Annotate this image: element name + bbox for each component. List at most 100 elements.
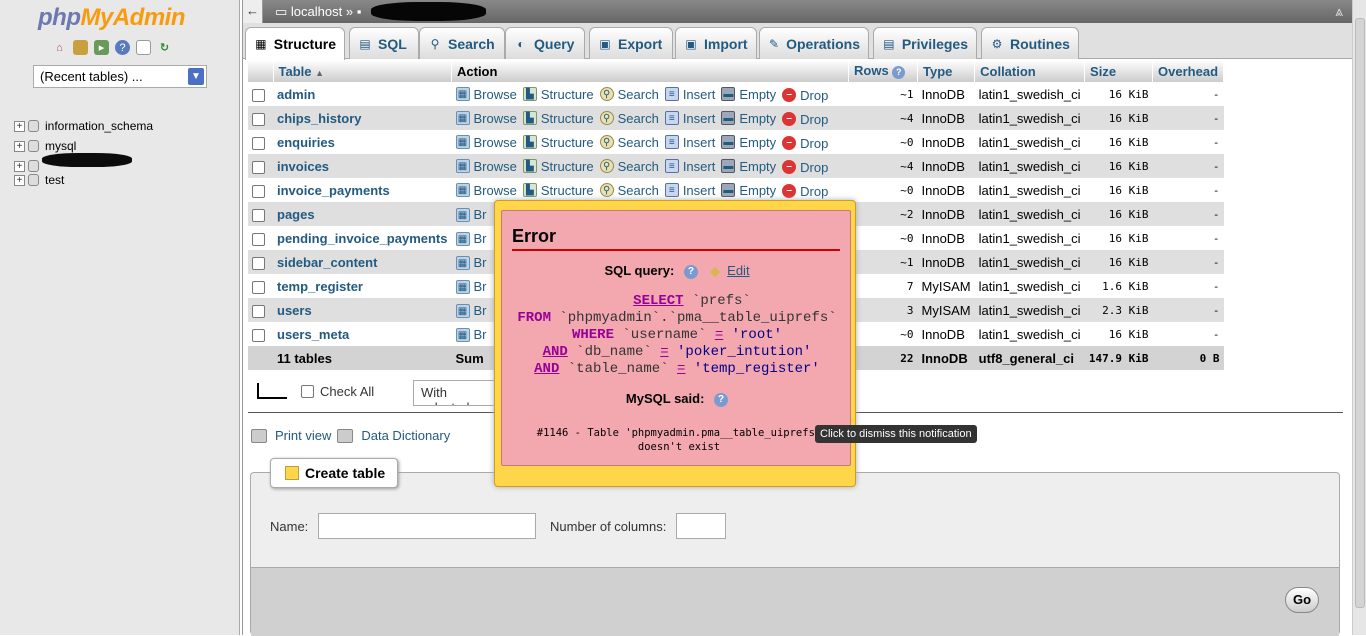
action-browse[interactable]: ▦ Browse: [455, 87, 517, 102]
check-all-checkbox[interactable]: [301, 384, 314, 398]
action-drop[interactable]: – Drop: [782, 184, 828, 199]
docs-icon[interactable]: [136, 40, 151, 55]
row-checkbox[interactable]: [252, 88, 265, 102]
action-search[interactable]: ⚲ Search: [599, 111, 659, 126]
action-structure[interactable]: ▙ Structure: [522, 183, 594, 198]
table-name-link[interactable]: users: [277, 303, 312, 318]
table-name-link[interactable]: users_meta: [277, 327, 349, 342]
query-window-icon[interactable]: ▸: [94, 40, 109, 55]
expand-icon[interactable]: +: [14, 160, 25, 172]
action-insert[interactable]: ≡ Insert: [664, 111, 715, 126]
action-drop[interactable]: – Drop: [782, 136, 828, 151]
help-icon[interactable]: ?: [683, 264, 698, 279]
action-browse[interactable]: ▦ Br: [455, 255, 487, 270]
action-empty[interactable]: ▬ Empty: [721, 111, 776, 126]
action-empty[interactable]: ▬ Empty: [721, 183, 776, 198]
tab-search[interactable]: ⚲ Search: [419, 27, 505, 59]
page-scrollbar[interactable]: [1352, 0, 1366, 635]
reload-icon[interactable]: ↻: [157, 40, 172, 55]
tab-export[interactable]: ▣ Export: [589, 27, 673, 59]
action-browse[interactable]: ▦ Br: [455, 207, 487, 222]
row-checkbox[interactable]: [252, 112, 265, 126]
action-search[interactable]: ⚲ Search: [599, 87, 659, 102]
recent-tables-select[interactable]: (Recent tables) ... ▼: [33, 65, 207, 88]
row-checkbox[interactable]: [252, 136, 265, 150]
print-view-link[interactable]: Print view: [275, 428, 331, 443]
help-icon[interactable]: ?: [714, 392, 729, 407]
tab-operations[interactable]: ✎ Operations: [759, 27, 869, 59]
table-name-link[interactable]: pending_invoice_payments: [277, 231, 448, 246]
table-name-link[interactable]: pages: [277, 207, 315, 222]
db-item[interactable]: + information_schema: [14, 116, 153, 136]
help-icon[interactable]: ?: [115, 40, 130, 55]
action-browse[interactable]: ▦ Br: [455, 279, 487, 294]
tab-sql[interactable]: ▤ SQL: [349, 27, 419, 59]
breadcrumb-server[interactable]: localhost: [291, 4, 342, 19]
action-insert[interactable]: ≡ Insert: [664, 183, 715, 198]
action-search[interactable]: ⚲ Search: [599, 183, 659, 198]
tab-routines[interactable]: ⚙ Routines: [981, 27, 1079, 59]
action-structure[interactable]: ▙ Structure: [522, 159, 594, 174]
action-drop[interactable]: – Drop: [782, 160, 828, 175]
action-insert[interactable]: ≡ Insert: [664, 87, 715, 102]
table-name-link[interactable]: enquiries: [277, 135, 335, 150]
action-empty[interactable]: ▬ Empty: [721, 87, 776, 102]
data-dictionary-link[interactable]: Data Dictionary: [361, 428, 450, 443]
action-structure[interactable]: ▙ Structure: [522, 135, 594, 150]
tab-query[interactable]: ◐ Query: [505, 27, 585, 59]
action-browse[interactable]: ▦ Br: [455, 327, 487, 342]
action-browse[interactable]: ▦ Browse: [455, 183, 517, 198]
error-notification[interactable]: Error SQL query: ? Edit SELECT `prefs` F…: [494, 200, 856, 487]
header-table[interactable]: Table ▲: [273, 60, 452, 82]
table-name-input[interactable]: [318, 513, 536, 539]
row-checkbox[interactable]: [252, 304, 265, 318]
table-name-link[interactable]: invoices: [277, 159, 329, 174]
action-browse[interactable]: ▦ Br: [455, 303, 487, 318]
header-type[interactable]: Type: [917, 60, 976, 82]
expand-icon[interactable]: +: [14, 140, 25, 152]
help-icon[interactable]: ?: [892, 66, 906, 79]
action-drop[interactable]: – Drop: [782, 112, 828, 127]
row-checkbox[interactable]: [252, 208, 265, 222]
home-icon[interactable]: ⌂: [52, 40, 67, 55]
row-checkbox[interactable]: [252, 280, 265, 294]
header-collation[interactable]: Collation: [974, 60, 1086, 82]
go-button[interactable]: Go: [1285, 587, 1319, 613]
row-checkbox[interactable]: [252, 160, 265, 174]
expand-icon[interactable]: +: [14, 174, 25, 186]
action-structure[interactable]: ▙ Structure: [522, 111, 594, 126]
table-name-link[interactable]: admin: [277, 87, 315, 102]
tab-privileges[interactable]: ▤ Privileges: [873, 27, 977, 59]
action-insert[interactable]: ≡ Insert: [664, 159, 715, 174]
row-checkbox[interactable]: [252, 184, 265, 198]
action-browse[interactable]: ▦ Browse: [455, 159, 517, 174]
action-drop[interactable]: – Drop: [782, 88, 828, 103]
table-name-link[interactable]: sidebar_content: [277, 255, 377, 270]
row-checkbox[interactable]: [252, 232, 265, 246]
action-search[interactable]: ⚲ Search: [599, 135, 659, 150]
with-selected-select[interactable]: With selected:: [413, 380, 503, 406]
tab-structure[interactable]: ▦ Structure: [245, 27, 345, 60]
action-search[interactable]: ⚲ Search: [599, 159, 659, 174]
action-browse[interactable]: ▦ Br: [455, 231, 487, 246]
header-size[interactable]: Size: [1084, 60, 1154, 82]
tab-import[interactable]: ▣ Import: [675, 27, 757, 59]
columns-count-input[interactable]: [676, 513, 726, 539]
logout-icon[interactable]: [73, 40, 88, 55]
action-insert[interactable]: ≡ Insert: [664, 135, 715, 150]
db-item[interactable]: + test: [14, 170, 153, 190]
table-name-link[interactable]: chips_history: [277, 111, 362, 126]
scrollbar-thumb[interactable]: [1355, 18, 1365, 608]
action-browse[interactable]: ▦ Browse: [455, 111, 517, 126]
phpmyadmin-logo[interactable]: phpMyAdmin: [38, 4, 185, 32]
collapse-nav-button[interactable]: ←: [243, 0, 263, 23]
table-name-link[interactable]: temp_register: [277, 279, 363, 294]
collapse-icon[interactable]: ⩓: [1335, 3, 1343, 20]
row-checkbox[interactable]: [252, 256, 265, 270]
action-empty[interactable]: ▬ Empty: [721, 135, 776, 150]
action-structure[interactable]: ▙ Structure: [522, 87, 594, 102]
edit-query-link[interactable]: Edit: [727, 263, 749, 278]
action-empty[interactable]: ▬ Empty: [721, 159, 776, 174]
check-all-label[interactable]: Check All: [320, 384, 374, 399]
header-rows[interactable]: Rows ?: [848, 60, 918, 82]
